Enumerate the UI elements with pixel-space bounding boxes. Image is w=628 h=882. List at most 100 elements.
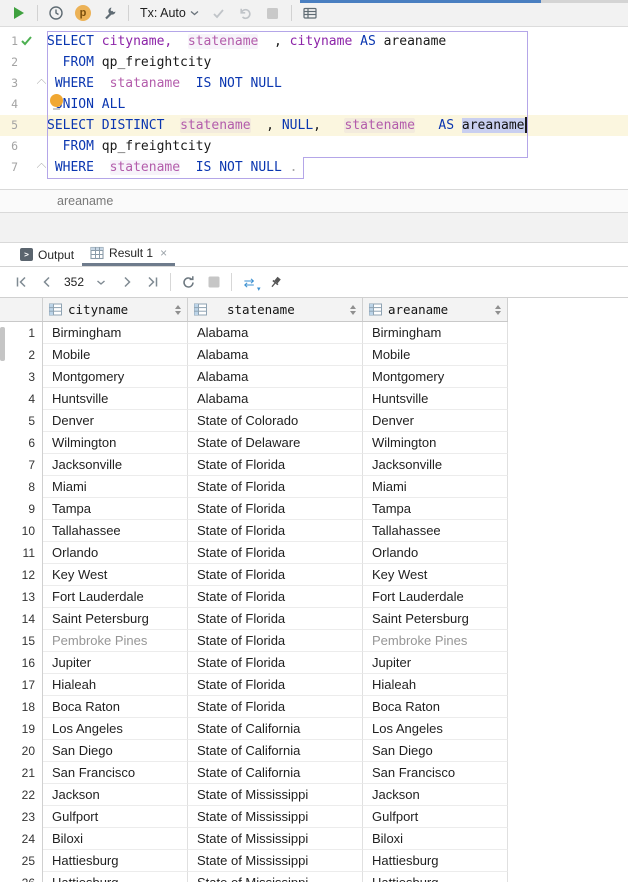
cell-statename[interactable]: Alabama xyxy=(188,344,363,366)
cell-cityname[interactable]: Orlando xyxy=(43,542,188,564)
cell-statename[interactable]: State of Delaware xyxy=(188,432,363,454)
editor-line[interactable]: 5 SELECT DISTINCT statename , NULL, state… xyxy=(0,115,628,136)
row-number[interactable]: 9 xyxy=(0,498,43,520)
table-row[interactable]: 26 Hattiesburg State of Mississippi Hatt… xyxy=(0,872,508,882)
grid-corner-cell[interactable] xyxy=(0,298,43,321)
editor-gutter[interactable]: 6 xyxy=(0,136,47,157)
cell-areaname[interactable]: Hattiesburg xyxy=(363,872,508,882)
cell-areaname[interactable]: Orlando xyxy=(363,542,508,564)
editor-line[interactable]: 6 FROM qp_freightcity xyxy=(0,136,628,157)
sql-editor[interactable]: 1 SELECT cityname, statename , cityname A… xyxy=(0,27,628,189)
row-number[interactable]: 26 xyxy=(0,872,43,882)
table-row[interactable]: 8 Miami State of Florida Miami xyxy=(0,476,508,498)
cell-statename[interactable]: State of Florida xyxy=(188,696,363,718)
console-settings-button[interactable]: p xyxy=(74,4,92,22)
configure-button[interactable] xyxy=(101,4,119,22)
row-number[interactable]: 5 xyxy=(0,410,43,432)
row-number[interactable]: 10 xyxy=(0,520,43,542)
cell-areaname[interactable]: Biloxi xyxy=(363,828,508,850)
cell-areaname[interactable]: Tampa xyxy=(363,498,508,520)
row-number[interactable]: 4 xyxy=(0,388,43,410)
table-row[interactable]: 11 Orlando State of Florida Orlando xyxy=(0,542,508,564)
cell-areaname[interactable]: Key West xyxy=(363,564,508,586)
cell-cityname[interactable]: Montgomery xyxy=(43,366,188,388)
table-row[interactable]: 6 Wilmington State of Delaware Wilmingto… xyxy=(0,432,508,454)
editor-line[interactable]: 3 WHERE stataname IS NOT NULL xyxy=(0,73,628,94)
cell-areaname[interactable]: Mobile xyxy=(363,344,508,366)
cell-cityname[interactable]: Saint Petersburg xyxy=(43,608,188,630)
cell-statename[interactable]: State of Florida xyxy=(188,586,363,608)
cell-cityname[interactable]: Los Angeles xyxy=(43,718,188,740)
row-number[interactable]: 1 xyxy=(0,322,43,344)
cell-areaname[interactable]: Miami xyxy=(363,476,508,498)
cell-areaname[interactable]: San Francisco xyxy=(363,762,508,784)
row-number[interactable]: 19 xyxy=(0,718,43,740)
cell-cityname[interactable]: Tallahassee xyxy=(43,520,188,542)
cell-statename[interactable]: State of California xyxy=(188,762,363,784)
cell-cityname[interactable]: Boca Raton xyxy=(43,696,188,718)
table-row[interactable]: 5 Denver State of Colorado Denver xyxy=(0,410,508,432)
cell-cityname[interactable]: Denver xyxy=(43,410,188,432)
row-number[interactable]: 14 xyxy=(0,608,43,630)
column-header-areaname[interactable]: areaname xyxy=(363,298,508,321)
first-page-button[interactable] xyxy=(12,273,30,291)
cell-cityname[interactable]: Jupiter xyxy=(43,652,188,674)
row-number[interactable]: 22 xyxy=(0,784,43,806)
row-number[interactable]: 3 xyxy=(0,366,43,388)
editor-gutter[interactable]: 1 xyxy=(0,31,47,52)
cell-areaname[interactable]: Fort Lauderdale xyxy=(363,586,508,608)
cell-areaname[interactable]: Los Angeles xyxy=(363,718,508,740)
compare-button[interactable]: ⇄ xyxy=(240,273,261,293)
cell-areaname[interactable]: Huntsville xyxy=(363,388,508,410)
cell-areaname[interactable]: Birmingham xyxy=(363,322,508,344)
cell-statename[interactable]: State of Florida xyxy=(188,520,363,542)
row-number[interactable]: 13 xyxy=(0,586,43,608)
cell-statename[interactable]: State of Mississippi xyxy=(188,828,363,850)
run-button[interactable] xyxy=(10,4,28,22)
tab-result-1[interactable]: Result 1 × xyxy=(82,243,176,266)
cell-cityname[interactable]: Key West xyxy=(43,564,188,586)
cell-statename[interactable]: State of Mississippi xyxy=(188,806,363,828)
refresh-button[interactable] xyxy=(179,273,197,291)
row-number[interactable]: 17 xyxy=(0,674,43,696)
sort-indicator-icon[interactable] xyxy=(350,304,356,315)
cell-areaname[interactable]: Jacksonville xyxy=(363,454,508,476)
row-number[interactable]: 18 xyxy=(0,696,43,718)
editor-gutter[interactable]: 3 xyxy=(0,73,47,94)
cell-areaname[interactable]: Jackson xyxy=(363,784,508,806)
table-row[interactable]: 7 Jacksonville State of Florida Jacksonv… xyxy=(0,454,508,476)
row-number[interactable]: 20 xyxy=(0,740,43,762)
table-row[interactable]: 23 Gulfport State of Mississippi Gulfpor… xyxy=(0,806,508,828)
cell-statename[interactable]: State of Florida xyxy=(188,564,363,586)
close-icon[interactable]: × xyxy=(160,246,167,260)
row-number[interactable]: 12 xyxy=(0,564,43,586)
cell-cityname[interactable]: San Francisco xyxy=(43,762,188,784)
cell-cityname[interactable]: Biloxi xyxy=(43,828,188,850)
cell-areaname[interactable]: Boca Raton xyxy=(363,696,508,718)
table-row[interactable]: 16 Jupiter State of Florida Jupiter xyxy=(0,652,508,674)
table-row[interactable]: 21 San Francisco State of California San… xyxy=(0,762,508,784)
cell-areaname[interactable]: Denver xyxy=(363,410,508,432)
cell-areaname[interactable]: Jupiter xyxy=(363,652,508,674)
cell-cityname[interactable]: Hialeah xyxy=(43,674,188,696)
page-size-value[interactable]: 352 xyxy=(64,275,84,289)
row-number[interactable]: 21 xyxy=(0,762,43,784)
cell-statename[interactable]: State of Florida xyxy=(188,498,363,520)
cell-cityname[interactable]: Huntsville xyxy=(43,388,188,410)
cell-areaname[interactable]: Tallahassee xyxy=(363,520,508,542)
table-row[interactable]: 19 Los Angeles State of California Los A… xyxy=(0,718,508,740)
cell-cityname[interactable]: Pembroke Pines xyxy=(43,630,188,652)
cell-statename[interactable]: Alabama xyxy=(188,322,363,344)
table-row[interactable]: 24 Biloxi State of Mississippi Biloxi xyxy=(0,828,508,850)
pin-tab-button[interactable] xyxy=(266,273,284,291)
table-row[interactable]: 10 Tallahassee State of Florida Tallahas… xyxy=(0,520,508,542)
page-size-dropdown[interactable] xyxy=(92,273,110,291)
intention-bulb-icon[interactable] xyxy=(50,94,63,110)
execute-in-table-button[interactable] xyxy=(301,4,319,22)
table-row[interactable]: 4 Huntsville Alabama Huntsville xyxy=(0,388,508,410)
cell-statename[interactable]: State of Florida xyxy=(188,674,363,696)
editor-line[interactable]: 1 SELECT cityname, statename , cityname A… xyxy=(0,31,628,52)
cell-cityname[interactable]: San Diego xyxy=(43,740,188,762)
cell-cityname[interactable]: Gulfport xyxy=(43,806,188,828)
cell-statename[interactable]: State of Mississippi xyxy=(188,850,363,872)
